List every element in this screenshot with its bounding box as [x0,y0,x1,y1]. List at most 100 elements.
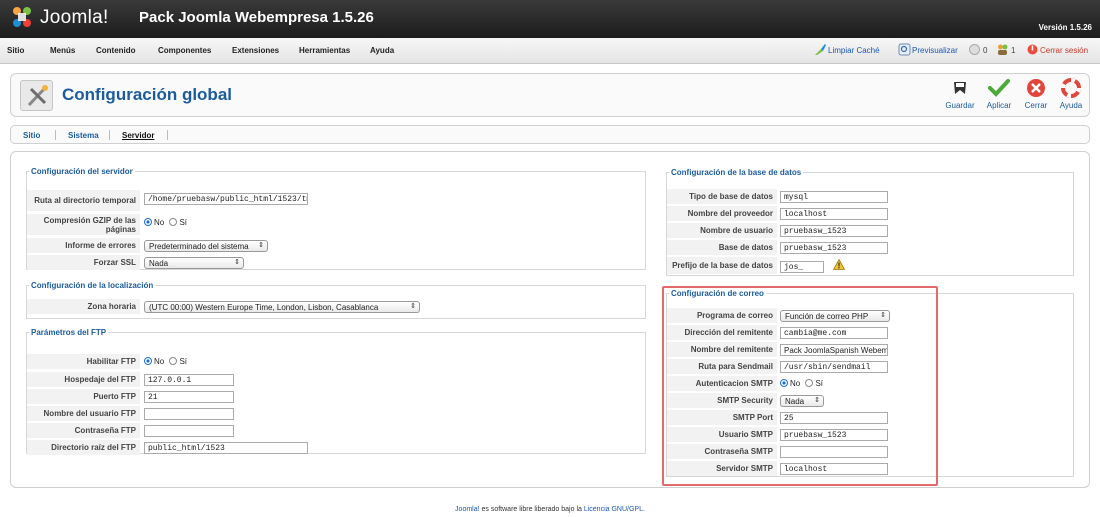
gzip-radio-no[interactable] [144,218,152,226]
preview-icon [898,43,911,56]
ftp-user-label: Nombre del usuario FTP [27,406,140,421]
timezone-value: (UTC 00:00) Western Europe Time, London,… [149,303,379,312]
gzip-radio-group: No Sí [144,217,187,229]
menu-ayuda[interactable]: Ayuda [370,46,394,55]
ftp-si-label: Sí [179,357,188,366]
messages-count[interactable]: 0 [983,46,987,55]
logout-link[interactable]: Cerrar sesión [1040,46,1088,55]
close-icon [1027,79,1045,97]
ftp-settings-fieldset: Parámetros del FTP Habilitar FTP No Sí H… [26,328,646,455]
footer-joomla-link[interactable]: Joomla! [455,506,480,513]
mail-settings-highlight-box [662,286,938,486]
ftp-radio-no[interactable] [144,357,152,365]
server-settings-fieldset: Configuración del servidor Ruta al direc… [26,167,646,270]
tab-divider [109,130,110,140]
ftp-enable-label: Habilitar FTP [27,354,140,369]
timezone-select[interactable]: (UTC 00:00) Western Europe Time, London,… [144,301,420,313]
ftp-root-label: Directorio raíz del FTP [27,440,140,455]
menu-contenido[interactable]: Contenido [96,46,136,55]
menu-herramientas[interactable]: Herramientas [299,46,350,55]
tab-divider [55,130,56,140]
menu-extensiones[interactable]: Extensiones [232,46,279,55]
footer-text: es software libre liberado bajo la [479,506,584,513]
main-menubar: Sitio Menús Contenido Componentes Extens… [0,38,1100,64]
database-settings-fieldset: Configuración de la base de datos Tipo d… [666,168,1074,276]
help-button-label: Ayuda [1059,101,1083,110]
joomla-logo-icon [13,7,31,27]
gzip-label: Compresión GZIP de las páginas [27,214,140,235]
gzip-radio-si[interactable] [169,218,178,226]
temp-path-input[interactable]: /home/pruebasw/public_html/1523/tmp [144,193,308,205]
global-config-icon [20,80,53,111]
save-button[interactable]: Guardar [941,78,979,114]
apply-check-icon [988,79,1010,97]
save-icon [954,82,966,94]
locale-settings-legend: Configuración de la localización [31,281,154,290]
clear-cache-link[interactable]: Limpiar Caché [828,46,880,55]
site-title: Pack Joomla Webempresa 1.5.26 [139,9,374,26]
users-online-icon [998,44,1008,55]
joomla-logo-text: Joomla! [40,7,109,28]
database-settings-legend: Configuración de la base de datos [671,168,802,177]
toolbar-box: Configuración global Guardar Aplicar Cer… [10,73,1090,117]
db-user-label: Nombre de usuario [667,223,777,238]
close-button[interactable]: Cerrar [1017,78,1055,114]
db-type-input[interactable]: mysql [780,191,888,203]
error-report-select[interactable]: Predeterminado del sistema ⇕ [144,240,268,252]
tab-sistema[interactable]: Sistema [68,131,99,140]
menu-componentes[interactable]: Componentes [158,46,211,55]
menu-menus[interactable]: Menús [50,46,75,55]
ftp-pass-input[interactable] [144,425,234,437]
submenu-tabs: Sitio Sistema Servidor [10,125,1090,144]
page-title: Configuración global [62,85,232,104]
db-host-input[interactable]: localhost [780,208,888,220]
db-host-label: Nombre del proveedor [667,206,777,221]
gzip-no-label: No [154,218,165,227]
close-button-label: Cerrar [1024,101,1048,110]
ftp-port-label: Puerto FTP [27,389,140,404]
logout-icon [1027,44,1038,55]
db-name-input[interactable]: pruebasw_1523 [780,242,888,254]
ftp-settings-legend: Parámetros del FTP [31,328,107,337]
db-prefix-label: Prefijo de la base de datos [667,257,777,274]
ftp-radio-si[interactable] [169,357,178,365]
force-ssl-label: Forzar SSL [27,255,140,270]
force-ssl-value: Nada [149,259,169,268]
ftp-host-label: Hospedaje del FTP [27,372,140,387]
messages-icon [969,44,980,55]
apply-button-label: Aplicar [986,101,1012,110]
ftp-user-input[interactable] [144,408,234,420]
menu-sitio[interactable]: Sitio [7,46,24,55]
preview-link[interactable]: Previsualizar [912,46,958,55]
warning-icon [833,259,845,270]
ftp-host-input[interactable]: 127.0.0.1 [144,374,234,386]
gzip-si-label: Sí [179,218,188,227]
save-button-label: Guardar [945,101,975,110]
db-user-input[interactable]: pruebasw_1523 [780,225,888,237]
error-report-label: Informe de errores [27,238,140,253]
users-online-count: 1 [1011,46,1016,55]
ftp-pass-label: Contraseña FTP [27,423,140,438]
footer: Joomla! es software libre liberado bajo … [0,506,1100,513]
tab-servidor[interactable]: Servidor [122,131,154,140]
db-prefix-input[interactable]: jos_ [780,261,824,273]
version-label: Versión 1.5.26 [1038,23,1092,32]
select-arrows-icon: ⇕ [258,242,264,249]
db-type-label: Tipo de base de datos [667,189,777,204]
ftp-enable-radio-group: No Sí [144,356,187,368]
help-button[interactable]: Ayuda [1052,78,1090,114]
db-name-label: Base de datos [667,240,777,255]
footer-license-link[interactable]: Licencia GNU/GPL. [584,506,645,513]
locale-settings-fieldset: Configuración de la localización Zona ho… [26,281,646,319]
ftp-port-input[interactable]: 21 [144,391,234,403]
error-report-value: Predeterminado del sistema [149,242,249,251]
help-lifebuoy-icon [1061,78,1081,98]
apply-button[interactable]: Aplicar [980,78,1018,114]
temp-path-label: Ruta al directorio temporal [27,190,140,211]
tab-sitio[interactable]: Sitio [23,131,40,140]
select-arrows-icon: ⇕ [410,303,416,310]
timezone-label: Zona horaria [27,299,140,314]
ftp-root-input[interactable]: public_html/1523 [144,442,308,454]
ftp-no-label: No [154,357,165,366]
force-ssl-select[interactable]: Nada ⇕ [144,257,244,269]
